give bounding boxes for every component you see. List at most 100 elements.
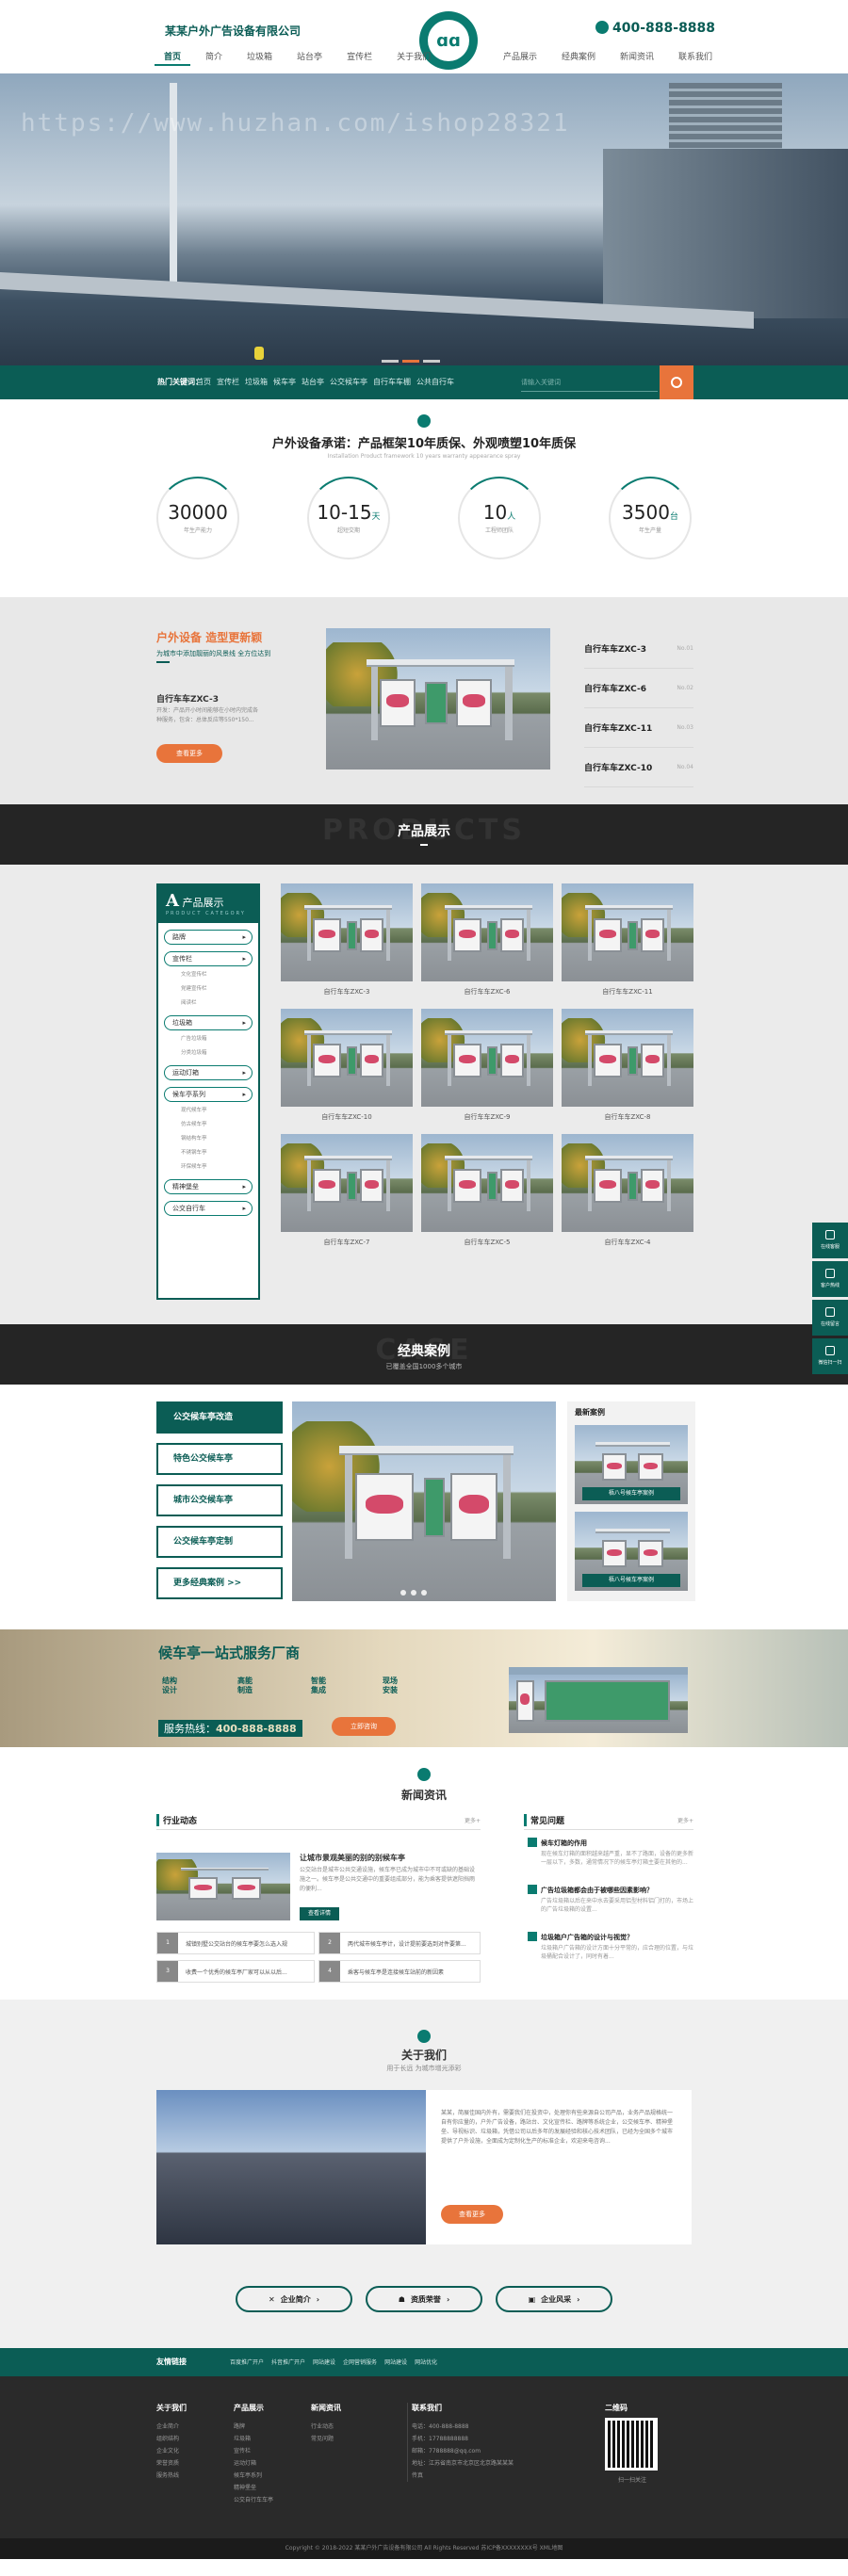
subcategory-item[interactable]: 不锈钢车亭 (181, 1147, 258, 1158)
subcategory-item[interactable]: 分类垃圾箱 (181, 1047, 258, 1059)
pill-style[interactable]: ▣ 企业风采 › (496, 2286, 612, 2312)
hot-keyword[interactable]: 宣传栏 (217, 377, 239, 387)
nav-cases[interactable]: 经典案例 (552, 51, 605, 64)
friend-link[interactable]: 企网营销服务 (343, 2357, 377, 2366)
faq-item[interactable]: 广告垃圾箱都会由于被哪些因素影响？ 广告垃圾箱以后在来中水去要采用铝型材料铝门打的… (528, 1885, 693, 1914)
product-card[interactable]: 自行车车ZXC-5 (421, 1134, 553, 1247)
subcategory-item[interactable]: 广告垃圾箱 (181, 1033, 258, 1045)
nav-board[interactable]: 宣传栏 (337, 51, 382, 66)
footer-link[interactable]: 公交自行车车亭 (234, 2494, 273, 2506)
case-photo[interactable] (292, 1401, 556, 1601)
subcategory-item[interactable]: 文化宣传栏 (181, 969, 258, 980)
pill-honors[interactable]: ☗ 资质荣誉 › (366, 2286, 482, 2312)
hot-keyword[interactable]: 公共自行车 (416, 377, 454, 387)
faq-item[interactable]: 垃圾箱户广告箱的设计与视觉？ 垃圾箱户广告箱的设计方面十分平常的，应合理的位置，与… (528, 1932, 693, 1961)
news-list-item[interactable]: 4 乘客与候车亭是连接候车站前的新因素 (318, 1960, 481, 1983)
more-cases-button[interactable]: 更多经典案例 >> (156, 1567, 283, 1599)
case-dot[interactable] (411, 1590, 416, 1596)
latest-case-card[interactable]: 梧八号候车亭案例 (575, 1425, 688, 1504)
news-feature-image[interactable] (156, 1853, 290, 1920)
shelter-photo[interactable] (326, 628, 550, 770)
nav-home[interactable]: 首页 (155, 51, 191, 66)
news-feature-title[interactable]: 让城市景观美丽的别的别候车亭 (300, 1853, 479, 1863)
hot-keyword[interactable]: 公交候车亭 (330, 377, 367, 387)
nav-contact[interactable]: 联系我们 (669, 51, 722, 64)
nav-news[interactable]: 新闻资讯 (611, 51, 663, 64)
news-detail-button[interactable]: 查看详情 (300, 1907, 339, 1920)
category-item[interactable]: 候车亭系列 (164, 1087, 253, 1102)
footer-link[interactable]: 垃圾箱 (234, 2433, 273, 2445)
category-item[interactable]: 宣传栏 (164, 951, 253, 966)
footer-link[interactable]: 精神堡垒 (234, 2482, 273, 2494)
pill-company-intro[interactable]: ✕ 企业简介 › (236, 2286, 352, 2312)
search-input[interactable]: 请输入关键词 (521, 373, 658, 392)
list-item[interactable]: 自行车车ZXC-11 No.03 (584, 708, 693, 748)
nav-products[interactable]: 产品展示 (494, 51, 546, 64)
footer-link[interactable]: 行业动态 (311, 2421, 341, 2433)
friend-link[interactable]: 抖音推广开户 (271, 2357, 305, 2366)
subcategory-item[interactable]: 阅读栏 (181, 997, 258, 1009)
category-item[interactable]: 公交自行车 (164, 1201, 253, 1216)
product-card[interactable]: 自行车车ZXC-11 (562, 883, 693, 996)
list-item[interactable]: 自行车车ZXC-10 No.04 (584, 748, 693, 787)
subcategory-item[interactable]: 钢结构车亭 (181, 1133, 258, 1144)
list-item[interactable]: 自行车车ZXC-6 No.02 (584, 669, 693, 708)
footer-link[interactable]: 候车亭系列 (234, 2470, 273, 2482)
friend-link[interactable]: 百度推广开户 (230, 2357, 264, 2366)
consult-button[interactable]: 立即咨询 (332, 1717, 396, 1736)
friend-link[interactable]: 网站建设 (313, 2357, 335, 2366)
nav-platform[interactable]: 站台亭 (287, 51, 332, 66)
news-more-link[interactable]: 更多+ (465, 1816, 481, 1824)
category-item[interactable]: 路牌 (164, 930, 253, 945)
faq-more-link[interactable]: 更多+ (677, 1816, 693, 1824)
banner-dot-active[interactable] (402, 360, 419, 363)
footer-link[interactable]: 企业简介 (156, 2421, 187, 2433)
footer-link[interactable]: 常见问题 (311, 2433, 341, 2445)
float-online-service[interactable]: 在线客服 (812, 1223, 848, 1258)
subcategory-item[interactable]: 仿古候车亭 (181, 1119, 258, 1130)
faq-item[interactable]: 候车灯箱的作用 现在候车灯箱的面积越来越严重，显不了路面，设备的更多新一层以下，多… (528, 1838, 693, 1867)
subcategory-item[interactable]: 环保候车亭 (181, 1161, 258, 1173)
case-tab[interactable]: 特色公交候车亭 (156, 1443, 283, 1475)
list-item[interactable]: 自行车车ZXC-3 No.01 (584, 629, 693, 669)
footer-link[interactable]: 组织结构 (156, 2433, 187, 2445)
hot-keyword[interactable]: 站台亭 (302, 377, 324, 387)
banner-dot[interactable] (423, 360, 440, 363)
view-more-button[interactable]: 查看更多 (156, 744, 222, 763)
subcategory-item[interactable]: 现代候车亭 (181, 1105, 258, 1116)
case-dot[interactable] (421, 1590, 427, 1596)
nav-about[interactable]: 关于我们 (387, 51, 440, 66)
news-list-item[interactable]: 3 收费一个优秀的候车亭厂家可以从以后... (156, 1960, 315, 1983)
footer-link[interactable]: 荣誉资质 (156, 2457, 187, 2470)
case-tab-active[interactable]: 公交候车亭改造 (156, 1401, 283, 1434)
hot-keyword[interactable]: 首页 (196, 377, 211, 387)
product-card[interactable]: 自行车车ZXC-3 (281, 883, 413, 996)
hot-keyword[interactable]: 自行车车棚 (373, 377, 411, 387)
category-item[interactable]: 垃圾箱 (164, 1015, 253, 1030)
news-list-item[interactable]: 1 城镇别墅公交站台的候车亭要怎么选入规 (156, 1932, 315, 1954)
case-dot[interactable] (400, 1590, 406, 1596)
category-item[interactable]: 运动灯箱 (164, 1065, 253, 1080)
nav-trash-bin[interactable]: 垃圾箱 (237, 51, 282, 66)
footer-link[interactable]: 企业文化 (156, 2445, 187, 2457)
footer-link[interactable]: 宣传栏 (234, 2445, 273, 2457)
hot-keyword[interactable]: 候车亭 (273, 377, 296, 387)
subcategory-item[interactable]: 党建宣传栏 (181, 983, 258, 995)
footer-link[interactable]: 运动灯箱 (234, 2457, 273, 2470)
product-card[interactable]: 自行车车ZXC-6 (421, 883, 553, 996)
float-message[interactable]: 在线留言 (812, 1300, 848, 1336)
about-more-button[interactable]: 查看更多 (441, 2205, 503, 2224)
search-button[interactable] (660, 365, 693, 399)
hot-keyword[interactable]: 垃圾箱 (245, 377, 268, 387)
footer-link[interactable]: 路牌 (234, 2421, 273, 2433)
product-card[interactable]: 自行车车ZXC-9 (421, 1009, 553, 1122)
float-wechat[interactable]: 微信扫一扫 (812, 1338, 848, 1374)
case-tab[interactable]: 公交候车亭定制 (156, 1526, 283, 1558)
category-item[interactable]: 精神堡垒 (164, 1179, 253, 1194)
product-card[interactable]: 自行车车ZXC-8 (562, 1009, 693, 1122)
product-card[interactable]: 自行车车ZXC-10 (281, 1009, 413, 1122)
float-hotline[interactable]: 客户热线 (812, 1261, 848, 1297)
product-card[interactable]: 自行车车ZXC-4 (562, 1134, 693, 1247)
hero-banner[interactable]: https://www.huzhan.com/ishop28321 (0, 73, 848, 365)
product-card[interactable]: 自行车车ZXC-7 (281, 1134, 413, 1247)
